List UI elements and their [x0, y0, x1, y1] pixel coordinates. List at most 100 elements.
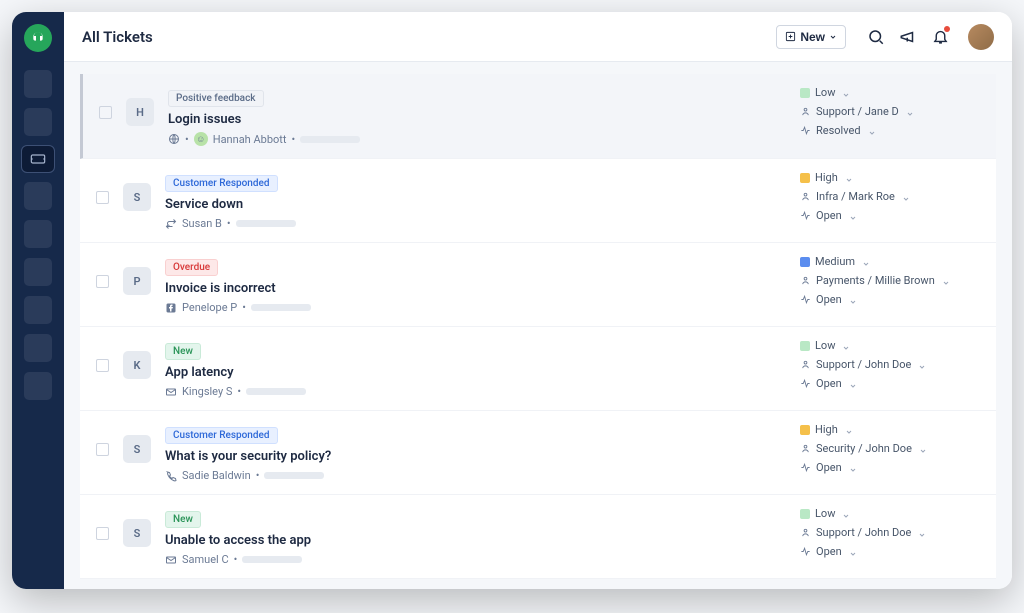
- requester-initial: H: [126, 98, 154, 126]
- ticket-row[interactable]: H Positive feedback Login issues • ☺ Han…: [80, 74, 996, 159]
- chevron-down-icon: [919, 445, 927, 453]
- status-label: Open: [816, 293, 842, 306]
- main-panel: All Tickets New H Positive feedbac: [64, 12, 1012, 589]
- meta-placeholder: [242, 556, 302, 563]
- nav-item-6[interactable]: [24, 296, 52, 324]
- ticket-title[interactable]: Login issues: [168, 112, 786, 127]
- ticket-checkbox[interactable]: [99, 106, 112, 119]
- ticket-meta: Penelope P •: [165, 301, 786, 314]
- search-icon[interactable]: [866, 27, 886, 47]
- meta-placeholder: [246, 388, 306, 395]
- status-selector[interactable]: Open: [800, 377, 980, 390]
- status-selector[interactable]: Resolved: [800, 124, 980, 137]
- ticket-tag: Customer Responded: [165, 175, 278, 192]
- app-logo[interactable]: [24, 24, 52, 52]
- priority-selector[interactable]: Medium: [800, 255, 980, 268]
- chevron-down-icon: [849, 464, 857, 472]
- header: All Tickets New: [64, 12, 1012, 62]
- ticket-side: Low Support / John Doe Open: [800, 339, 980, 390]
- priority-selector[interactable]: Low: [800, 507, 980, 520]
- assignee-label: Support / Jane D: [816, 105, 899, 118]
- ticket-row[interactable]: P Overdue Invoice is incorrect Penelope …: [80, 243, 996, 327]
- status-selector[interactable]: Open: [800, 293, 980, 306]
- nav-item-5[interactable]: [24, 258, 52, 286]
- person-icon: [800, 443, 811, 454]
- requester-name: Sadie Baldwin: [182, 469, 251, 482]
- ticket-title[interactable]: Unable to access the app: [165, 533, 786, 548]
- status-icon: [800, 294, 811, 305]
- ticket-title[interactable]: What is your security policy?: [165, 449, 786, 464]
- chevron-down-icon: [842, 89, 850, 97]
- ticket-checkbox[interactable]: [96, 275, 109, 288]
- status-selector[interactable]: Open: [800, 461, 980, 474]
- ticket-row[interactable]: S Customer Responded Service down Susan …: [80, 159, 996, 243]
- priority-color: [800, 509, 810, 519]
- chevron-down-icon: [845, 426, 853, 434]
- assignee-label: Support / John Doe: [816, 526, 911, 539]
- app-window: All Tickets New H Positive feedbac: [12, 12, 1012, 589]
- priority-selector[interactable]: Low: [800, 86, 980, 99]
- user-avatar[interactable]: [968, 24, 994, 50]
- notifications-icon[interactable]: [930, 27, 950, 47]
- status-icon: [800, 546, 811, 557]
- status-icon: [800, 125, 811, 136]
- person-icon: [800, 527, 811, 538]
- assignee-selector[interactable]: Infra / Mark Roe: [800, 190, 980, 203]
- priority-selector[interactable]: High: [800, 423, 980, 436]
- new-button[interactable]: New: [776, 25, 846, 49]
- ticket-checkbox[interactable]: [96, 359, 109, 372]
- assignee-label: Infra / Mark Roe: [816, 190, 895, 203]
- requester-initial: S: [123, 435, 151, 463]
- tickets-list: H Positive feedback Login issues • ☺ Han…: [64, 62, 1012, 589]
- chevron-down-icon: [842, 342, 850, 350]
- ticket-title[interactable]: Invoice is incorrect: [165, 281, 786, 296]
- assignee-selector[interactable]: Support / Jane D: [800, 105, 980, 118]
- person-icon: [800, 191, 811, 202]
- assignee-selector[interactable]: Support / John Doe: [800, 526, 980, 539]
- nav-item-7[interactable]: [24, 334, 52, 362]
- ticket-tag: New: [165, 343, 201, 360]
- ticket-checkbox[interactable]: [96, 191, 109, 204]
- nav-item-4[interactable]: [24, 220, 52, 248]
- ticket-content: Positive feedback Login issues • ☺ Hanna…: [168, 86, 786, 146]
- ticket-row[interactable]: S Customer Responded What is your securi…: [80, 411, 996, 495]
- ticket-tag: Overdue: [165, 259, 218, 276]
- priority-color: [800, 341, 810, 351]
- nav-item-2[interactable]: [24, 108, 52, 136]
- status-label: Open: [816, 377, 842, 390]
- requester-name: Susan B: [182, 217, 222, 230]
- ticket-meta: • ☺ Hannah Abbott •: [168, 132, 786, 146]
- requester-initial: S: [123, 519, 151, 547]
- requester-initial: P: [123, 267, 151, 295]
- ticket-checkbox[interactable]: [96, 443, 109, 456]
- nav-item-1[interactable]: [24, 70, 52, 98]
- nav-item-3[interactable]: [24, 182, 52, 210]
- sidebar: [12, 12, 64, 589]
- status-icon: [800, 378, 811, 389]
- requester-name: Kingsley S: [182, 385, 232, 398]
- assignee-label: Security / John Doe: [816, 442, 912, 455]
- status-icon: [800, 210, 811, 221]
- assignee-selector[interactable]: Security / John Doe: [800, 442, 980, 455]
- status-selector[interactable]: Open: [800, 545, 980, 558]
- ticket-checkbox[interactable]: [96, 527, 109, 540]
- priority-selector[interactable]: Low: [800, 339, 980, 352]
- assignee-selector[interactable]: Payments / Millie Brown: [800, 274, 980, 287]
- nav-item-tickets[interactable]: [22, 146, 54, 172]
- ticket-side: Medium Payments / Millie Brown Open: [800, 255, 980, 306]
- person-icon: [800, 106, 811, 117]
- ticket-row[interactable]: S New Unable to access the app Samuel C …: [80, 495, 996, 579]
- priority-selector[interactable]: High: [800, 171, 980, 184]
- ticket-side: Low Support / Jane D Resolved: [800, 86, 980, 137]
- announcement-icon[interactable]: [898, 27, 918, 47]
- chevron-down-icon: [842, 510, 850, 518]
- new-button-label: New: [800, 30, 825, 44]
- ticket-title[interactable]: Service down: [165, 197, 786, 212]
- ticket-title[interactable]: App latency: [165, 365, 786, 380]
- requester-name: Samuel C: [182, 553, 229, 566]
- priority-color: [800, 425, 810, 435]
- ticket-row[interactable]: K New App latency Kingsley S • Low Suppo…: [80, 327, 996, 411]
- assignee-selector[interactable]: Support / John Doe: [800, 358, 980, 371]
- nav-item-8[interactable]: [24, 372, 52, 400]
- status-selector[interactable]: Open: [800, 209, 980, 222]
